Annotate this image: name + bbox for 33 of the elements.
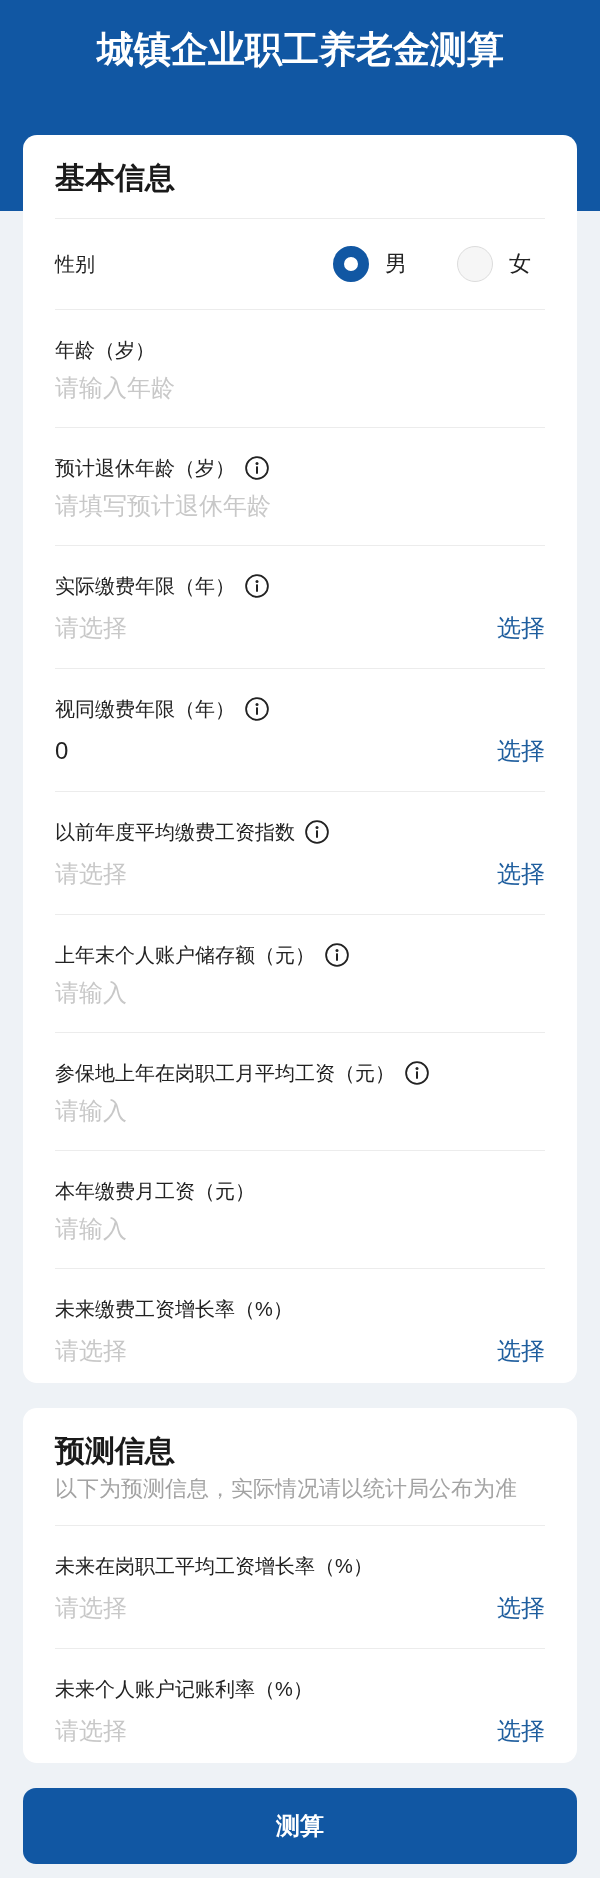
select-button[interactable]: 选择	[497, 858, 545, 890]
option-label[interactable]: 女	[509, 249, 531, 279]
radio-button[interactable]	[333, 246, 369, 282]
select-button[interactable]: 选择	[497, 612, 545, 644]
info-icon[interactable]	[405, 1061, 429, 1085]
field-label: 实际缴费年限（年）	[55, 574, 235, 599]
select-field[interactable]: 0	[55, 735, 481, 767]
info-icon[interactable]	[325, 943, 349, 967]
info-icon[interactable]	[245, 456, 269, 480]
section-title: 预测信息	[55, 1433, 176, 1469]
field-label: 性别	[55, 252, 95, 277]
select-button[interactable]: 选择	[497, 1715, 545, 1747]
field-label: 视同缴费年限（年）	[55, 697, 235, 722]
calculate-button[interactable]: 测算	[23, 1788, 577, 1864]
field-label: 年龄（岁）	[55, 338, 155, 363]
page-title: 城镇企业职工养老金测算	[95, 28, 505, 72]
field-label: 未来缴费工资增长率（%）	[55, 1297, 293, 1322]
field-label: 未来个人账户记账利率（%）	[55, 1677, 313, 1702]
field-label: 上年末个人账户储存额（元）	[55, 943, 315, 968]
field-label: 以前年度平均缴费工资指数	[55, 820, 295, 845]
info-icon[interactable]	[305, 820, 329, 844]
section-title: 基本信息	[55, 160, 176, 196]
info-icon[interactable]	[245, 697, 269, 721]
select-button[interactable]: 选择	[497, 1592, 545, 1624]
field-label: 未来在岗职工平均工资增长率（%）	[55, 1554, 373, 1579]
section-subtitle: 以下为预测信息，实际情况请以统计局公布为准	[55, 1475, 518, 1503]
info-icon[interactable]	[245, 574, 269, 598]
field-label: 预计退休年龄（岁）	[55, 456, 235, 481]
field-label: 参保地上年在岗职工月平均工资（元）	[55, 1061, 395, 1086]
field-label: 本年缴费月工资（元）	[55, 1179, 255, 1204]
option-label[interactable]: 男	[385, 249, 407, 279]
select-button[interactable]: 选择	[497, 1335, 545, 1367]
select-button[interactable]: 选择	[497, 735, 545, 767]
